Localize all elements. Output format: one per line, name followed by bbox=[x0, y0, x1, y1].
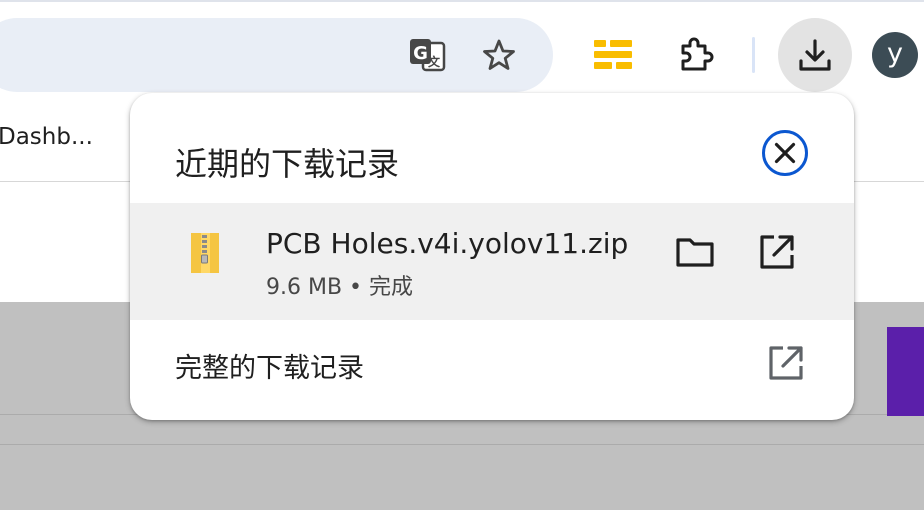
star-icon bbox=[482, 38, 516, 72]
download-bubble: 近期的下载记录 PCB Holes.v4i.yolov11.zip 9.6 MB… bbox=[130, 93, 854, 420]
extension-button[interactable] bbox=[588, 32, 638, 76]
close-icon bbox=[760, 129, 810, 177]
close-bubble-button[interactable] bbox=[760, 129, 810, 177]
svg-text:G: G bbox=[413, 43, 428, 64]
extension-app-icon bbox=[592, 37, 634, 71]
extensions-menu-button[interactable] bbox=[672, 32, 720, 76]
bubble-title: 近期的下载记录 bbox=[175, 145, 400, 183]
full-history-label: 完整的下载记录 bbox=[175, 353, 364, 384]
downloads-button[interactable] bbox=[778, 18, 852, 92]
folder-icon bbox=[674, 233, 716, 271]
svg-text:文: 文 bbox=[428, 54, 441, 69]
full-download-history-link[interactable]: 完整的下载记录 bbox=[130, 320, 854, 420]
puzzle-icon bbox=[677, 35, 715, 73]
toolbar-separator bbox=[752, 37, 755, 73]
bookmark-item-label[interactable]: Dashb... bbox=[0, 124, 93, 150]
browser-toolbar: G 文 y bbox=[0, 0, 924, 96]
translate-icon: G 文 bbox=[407, 36, 447, 74]
download-status: 9.6 MB • 完成 bbox=[266, 275, 414, 300]
address-bar[interactable] bbox=[0, 18, 553, 92]
avatar-initial: y bbox=[887, 37, 903, 69]
download-item[interactable]: PCB Holes.v4i.yolov11.zip 9.6 MB • 完成 bbox=[130, 203, 854, 320]
open-external-icon bbox=[762, 340, 810, 386]
download-file-name[interactable]: PCB Holes.v4i.yolov11.zip bbox=[266, 227, 628, 260]
open-external-icon bbox=[757, 232, 797, 272]
download-icon bbox=[796, 36, 834, 74]
zip-file-icon bbox=[188, 231, 222, 275]
open-file-button[interactable] bbox=[752, 229, 802, 275]
bookmark-star-button[interactable] bbox=[476, 33, 522, 77]
show-in-folder-button[interactable] bbox=[670, 229, 720, 275]
translate-button[interactable]: G 文 bbox=[403, 33, 451, 77]
profile-avatar[interactable]: y bbox=[872, 32, 918, 78]
page-divider bbox=[0, 444, 924, 445]
page-purple-element bbox=[887, 327, 924, 416]
